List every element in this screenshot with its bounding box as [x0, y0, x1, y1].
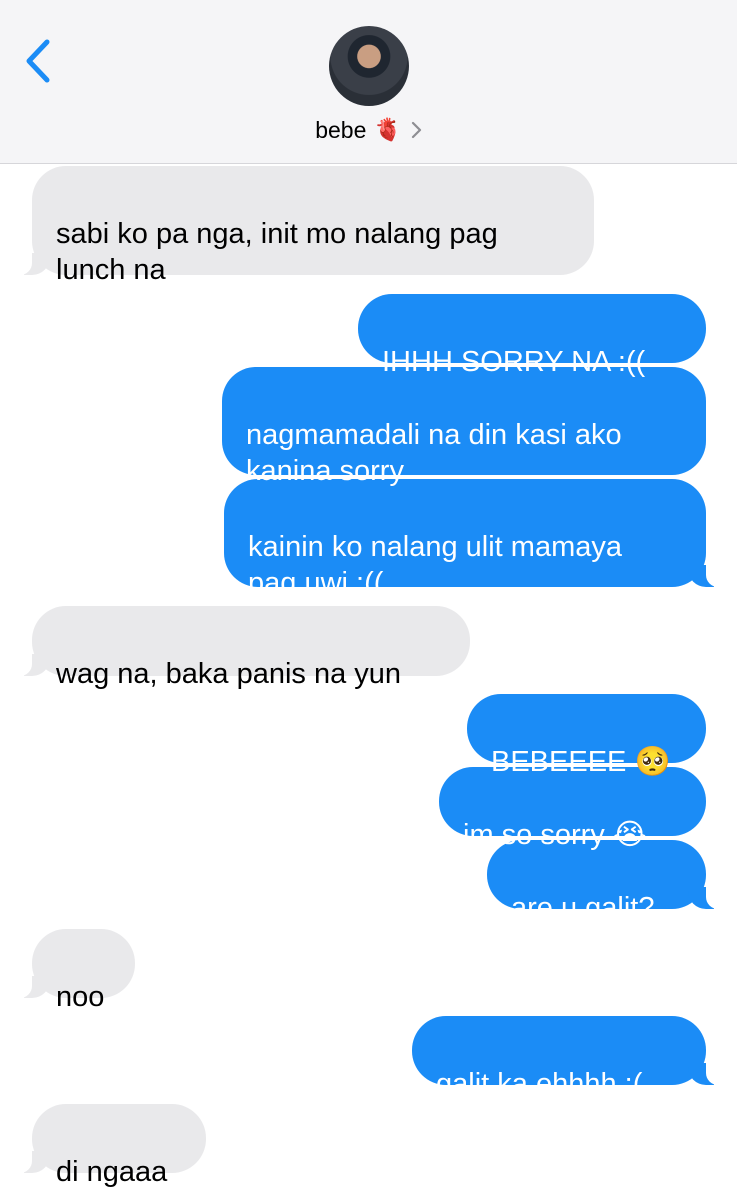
message-bubble-received[interactable]: wag na, baka panis na yun	[12, 606, 470, 690]
message-bubble-received[interactable]: sabi ko pa nga, init mo nalang pag lunch…	[12, 166, 594, 286]
contact-avatar[interactable]	[329, 26, 409, 106]
chevron-right-icon	[410, 121, 422, 139]
message-bubble-sent[interactable]: nagmamadali na din kasi ako kanina sorry	[222, 367, 706, 487]
message-text: im so sorry 😭	[463, 819, 647, 851]
message-text: sabi ko pa nga, init mo nalang pag lunch…	[56, 218, 498, 286]
back-button[interactable]	[18, 36, 58, 86]
contact-info-button[interactable]: bebe 🫀	[0, 112, 737, 148]
message-text: are u galit?	[511, 892, 655, 924]
conversation-header: bebe 🫀	[0, 0, 737, 164]
message-bubble-sent[interactable]: BEBEEEE 🥺	[467, 694, 706, 778]
anatomical-heart-emoji: 🫀	[374, 117, 402, 142]
chevron-left-icon	[26, 39, 50, 83]
message-text: BEBEEEE 🥺	[491, 746, 671, 778]
message-bubble-received[interactable]: noo	[12, 929, 135, 1013]
contact-name: bebe	[315, 116, 367, 143]
message-text: kainin ko nalang ulit mamaya pag uwi :((	[248, 531, 622, 599]
message-text: wag na, baka panis na yun	[56, 658, 402, 690]
message-bubble-sent[interactable]: IHHH SORRY NA :((	[358, 294, 706, 378]
message-bubble-sent[interactable]: kainin ko nalang ulit mamaya pag uwi :((	[224, 479, 726, 599]
message-text: noo	[56, 981, 105, 1013]
message-text: IHHH SORRY NA :((	[382, 346, 646, 378]
message-bubble-sent[interactable]: galit ka ehhhh :(	[412, 1016, 726, 1100]
message-text: nagmamadali na din kasi ako kanina sorry	[246, 419, 622, 487]
message-text: di ngaaa	[56, 1156, 168, 1188]
message-text: galit ka ehhhh :(	[436, 1068, 643, 1100]
message-bubble-received[interactable]: di ngaaa	[12, 1104, 206, 1188]
